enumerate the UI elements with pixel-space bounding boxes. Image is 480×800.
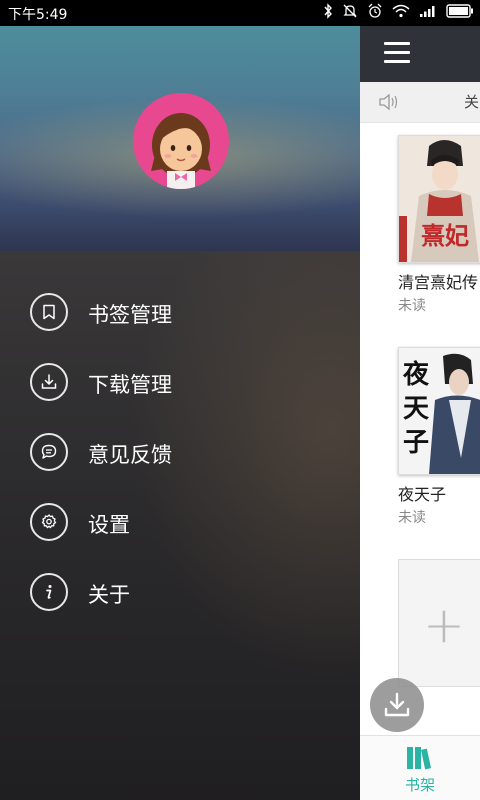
wifi-icon	[392, 4, 410, 18]
menu-item-label: 下载管理	[88, 373, 172, 397]
mute-icon	[343, 4, 357, 18]
book-item[interactable]: 夜天子 夜天子 未读	[398, 347, 480, 527]
chat-icon	[30, 433, 68, 471]
app-bar	[360, 26, 480, 82]
notice-text: 关	[464, 93, 480, 111]
battery-icon	[446, 4, 473, 18]
menu-item-label: 关于	[88, 583, 130, 607]
bookmark-icon	[30, 293, 68, 331]
drawer-header	[0, 26, 360, 251]
book-title: 清宫熹妃传	[398, 273, 479, 292]
menu-item-downloads[interactable]: 下载管理	[30, 361, 330, 405]
tab-bookshelf-label: 书架	[405, 776, 436, 794]
book-title: 夜天子	[398, 485, 447, 504]
gear-icon	[30, 503, 68, 541]
status-icons	[323, 3, 474, 19]
status-bar: 下午5:49	[0, 0, 480, 26]
book-cover-title: 夜天子	[403, 360, 430, 458]
info-icon	[30, 573, 68, 611]
book-read-status: 未读	[398, 298, 426, 314]
navigation-drawer: 书签管理 下载管理 意见反馈 设置 关于	[0, 26, 360, 800]
alarm-icon	[368, 3, 382, 18]
add-book-button[interactable]: +	[398, 559, 480, 687]
menu-item-bookmarks[interactable]: 书签管理	[30, 291, 330, 335]
menu-item-feedback[interactable]: 意见反馈	[30, 431, 330, 475]
notice-bar[interactable]: 关	[360, 82, 480, 123]
book-item[interactable]: 熹妃 清宫熹妃传 未读	[398, 135, 480, 315]
avatar-girl-icon	[151, 113, 211, 189]
add-book-symbol: +	[423, 596, 465, 654]
menu-item-about[interactable]: 关于	[30, 571, 330, 615]
book-cover[interactable]: 熹妃	[398, 135, 480, 263]
speaker-icon	[379, 93, 398, 111]
book-read-status: 未读	[398, 510, 426, 526]
bottom-nav: 书架	[360, 735, 480, 800]
drawer-menu: 书签管理 下载管理 意见反馈 设置 关于	[0, 251, 360, 800]
download-icon	[384, 692, 410, 717]
menu-icon[interactable]	[384, 42, 410, 64]
book-grid: 熹妃 清宫熹妃传 未读 夜天子 夜天子 未读 +	[360, 123, 480, 737]
menu-item-label: 意见反馈	[88, 443, 172, 467]
book-cover[interactable]: 夜天子	[398, 347, 480, 475]
download-fab[interactable]	[370, 678, 424, 732]
bookshelf-icon	[407, 747, 432, 770]
menu-item-settings[interactable]: 设置	[30, 501, 330, 545]
signal-icon	[420, 6, 435, 17]
status-time: 下午5:49	[8, 7, 68, 23]
download-icon	[30, 363, 68, 401]
book-cover-title: 熹妃	[421, 221, 469, 250]
menu-item-label: 书签管理	[88, 303, 172, 327]
avatar[interactable]	[133, 93, 229, 189]
bluetooth-icon	[324, 3, 332, 19]
menu-item-label: 设置	[88, 513, 130, 537]
